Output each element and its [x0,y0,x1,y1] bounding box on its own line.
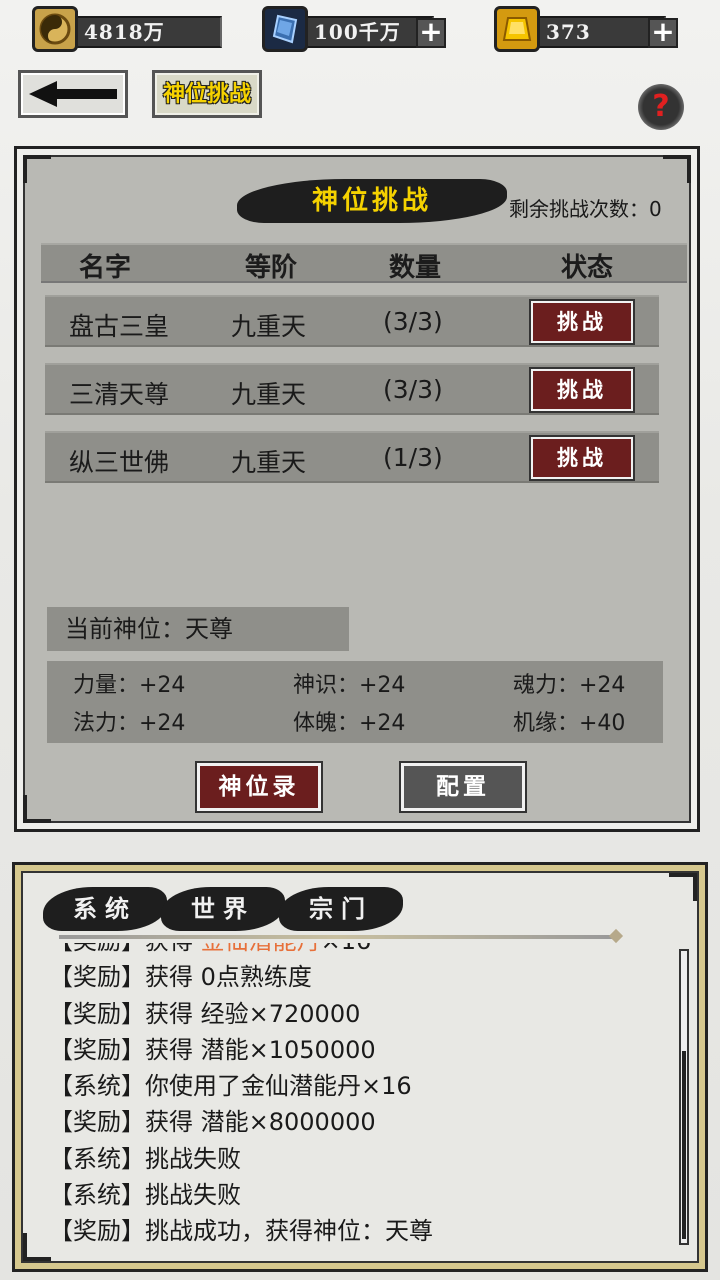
challenge-button[interactable]: 挑战 [529,367,635,413]
log-scrollbar[interactable] [679,949,689,1245]
stat-mana: 法力：+24 [73,711,186,736]
header-rank: 等阶 [245,253,298,283]
header-status: 状态 [561,253,614,283]
header-count: 数量 [389,253,442,283]
row-count: (3/3) [383,307,443,336]
row-name: 三清天尊 [69,380,170,409]
current-position: 当前神位：天尊 [47,607,349,651]
table-row: 盘古三皇 九重天 (3/3) 挑战 [45,295,659,347]
tab-divider [59,935,615,939]
log-line: 【奖励】获得 潜能×8000000 [49,1108,376,1137]
log-line: 【系统】挑战失败 [49,1144,241,1173]
stat-soul: 魂力：+24 [513,673,626,698]
challenge-panel: 神位挑战 剩余挑战次数：0 名字 等阶 数量 状态 盘古三皇 九重天 (3/3)… [14,146,700,832]
log-line: 【奖励】获得 金仙潜能丹×16 [49,943,669,959]
gold-resource: 373 + [494,6,684,52]
arrow-left-icon [29,81,117,107]
add-gold-button[interactable]: + [648,18,678,48]
back-button[interactable] [18,70,128,118]
header-name: 名字 [79,253,132,283]
log-line: 【奖励】获得 潜能×1050000 [49,1035,376,1064]
coins-value: 4818万 [72,16,222,48]
row-count: (1/3) [383,443,443,472]
position-record-button[interactable]: 神位录 [195,761,323,813]
message-log-panel: 系统 世界 宗门 【奖励】获得 金仙潜能丹×16 【奖励】获得 0点熟练度 【奖… [12,862,708,1272]
tab-sect[interactable]: 宗门 [279,887,403,931]
row-rank: 九重天 [231,380,307,409]
row-name: 纵三世佛 [69,448,170,477]
log-line: 【系统】你使用了金仙潜能丹×16 [49,1072,412,1101]
stat-strength: 力量：+24 [73,673,186,698]
corner-ornament [23,155,51,183]
config-button[interactable]: 配置 [399,761,527,813]
scroll-thumb[interactable] [682,1051,686,1239]
panel-title: 神位挑战 [237,179,507,223]
page-tag-button[interactable]: 神位挑战 [152,70,262,118]
tab-system[interactable]: 系统 [43,887,167,931]
gold-ingot-icon [494,6,540,52]
stat-physique: 体魄：+24 [293,711,406,736]
coin-icon [32,6,78,52]
crystals-resource: 100千万 + [262,6,452,52]
tab-world[interactable]: 世界 [161,887,285,931]
add-crystals-button[interactable]: + [416,18,446,48]
row-name: 盘古三皇 [69,312,170,341]
crystals-value: 100千万 [302,16,434,48]
stat-spirit: 神识：+24 [293,673,406,698]
stats-bonus: 力量：+24 神识：+24 魂力：+24 法力：+24 体魄：+24 机缘：+4… [47,661,663,743]
table-header: 名字 等阶 数量 状态 [41,243,687,283]
coins-resource: 4818万 [32,6,222,52]
challenge-button[interactable]: 挑战 [529,299,635,345]
log-line: 【奖励】获得 0点熟练度 [49,963,312,992]
corner-ornament [669,873,697,901]
row-rank: 九重天 [231,448,307,477]
corner-ornament [23,795,51,823]
gold-value: 373 [534,16,666,48]
row-count: (3/3) [383,375,443,404]
log-line: 【奖励】挑战成功，获得神位：天尊 [49,1217,433,1246]
remaining-challenges: 剩余挑战次数：0 [509,197,662,221]
log-line: 【系统】挑战失败 [49,1181,241,1210]
crystal-icon [262,6,308,52]
corner-ornament [23,1233,51,1261]
log-lines: 【奖励】获得 金仙潜能丹×16 【奖励】获得 0点熟练度 【奖励】获得 经验×7… [49,943,669,1255]
table-row: 三清天尊 九重天 (3/3) 挑战 [45,363,659,415]
corner-ornament [663,155,691,183]
help-button[interactable]: ? [638,84,684,130]
row-rank: 九重天 [231,312,307,341]
table-row: 纵三世佛 九重天 (1/3) 挑战 [45,431,659,483]
log-line: 【奖励】获得 经验×720000 [49,999,361,1028]
stat-luck: 机缘：+40 [513,711,626,736]
challenge-button[interactable]: 挑战 [529,435,635,481]
